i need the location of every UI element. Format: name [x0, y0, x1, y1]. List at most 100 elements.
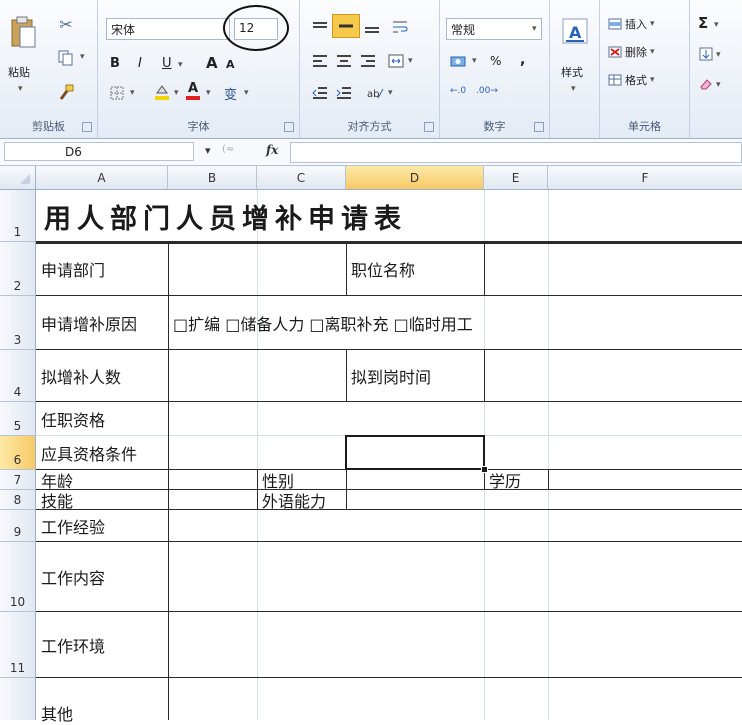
autosum-dropdown-icon[interactable]: ▾	[714, 20, 719, 30]
column-header-f[interactable]: F	[548, 166, 742, 190]
italic-button[interactable]: I	[138, 56, 142, 71]
paste-button-label[interactable]: 粘贴	[8, 64, 30, 80]
clipboard-launcher-icon[interactable]	[82, 122, 92, 132]
styles-button-label[interactable]: 样式	[561, 64, 583, 80]
currency-icon[interactable]	[448, 52, 470, 70]
align-left-icon[interactable]	[310, 52, 330, 70]
insert-button[interactable]: 插入 ▾	[608, 16, 655, 32]
delete-button[interactable]: 删除 ▾	[608, 44, 655, 60]
font-group: 宋体 12 B I U ▾ A A ▾ ▾ A ▾ 变 ▾ 字体	[98, 0, 300, 138]
font-name-combo[interactable]: 宋体	[106, 18, 230, 40]
styles-icon[interactable]: A	[560, 16, 590, 46]
grow-font-button[interactable]: A	[206, 54, 218, 72]
row-header-6[interactable]: 6	[0, 436, 36, 470]
ribbon: 粘贴 ▾ ✂ ▾ 剪贴板 宋体 12 B I U ▾ A A ▾ ▾ A ▾ 变…	[0, 0, 742, 139]
row-header-8[interactable]: 8	[0, 490, 36, 510]
styles-dropdown-icon[interactable]: ▾	[571, 84, 576, 94]
percent-button[interactable]: %	[490, 54, 501, 68]
column-header-b[interactable]: B	[168, 166, 257, 190]
insert-function-icon[interactable]: fx	[266, 143, 278, 157]
orientation-icon[interactable]: ab	[364, 84, 386, 102]
row-header-10[interactable]: 10	[0, 542, 36, 612]
active-cell-d6[interactable]	[345, 435, 485, 470]
increase-decimal-button[interactable]: ←.0	[450, 86, 466, 96]
decrease-decimal-button[interactable]: .00→	[476, 86, 498, 96]
number-format-dropdown-icon[interactable]: ▾	[532, 24, 537, 34]
number-launcher-icon[interactable]	[534, 122, 544, 132]
currency-dropdown-icon[interactable]: ▾	[472, 56, 477, 66]
cancel-entry-icon[interactable]: (≈	[222, 144, 234, 155]
clear-dropdown-icon[interactable]: ▾	[716, 80, 721, 90]
row-header-2[interactable]: 2	[0, 242, 36, 296]
row-header-4[interactable]: 4	[0, 350, 36, 402]
shrink-font-button[interactable]: A	[226, 58, 235, 71]
underline-button[interactable]: U	[162, 56, 172, 71]
increase-indent-icon[interactable]	[334, 84, 354, 102]
row-number: 1	[13, 225, 22, 239]
label-skills: 技能	[41, 491, 74, 511]
borders-icon[interactable]	[108, 84, 126, 102]
fill-color-icon[interactable]	[152, 82, 172, 102]
fill-handle[interactable]	[481, 466, 488, 473]
copy-icon[interactable]	[56, 48, 76, 68]
format-button[interactable]: 格式 ▾	[608, 72, 655, 88]
label-job-content: 工作内容	[41, 568, 106, 588]
name-box-dropdown-icon[interactable]: ▾	[205, 144, 211, 157]
alignment-launcher-icon[interactable]	[424, 122, 434, 132]
align-right-icon[interactable]	[358, 52, 378, 70]
merge-dropdown-icon[interactable]: ▾	[408, 56, 413, 66]
cut-icon[interactable]: ✂	[56, 14, 76, 34]
align-center-icon[interactable]	[334, 52, 354, 70]
underline-dropdown-icon[interactable]: ▾	[178, 60, 183, 70]
row-header-3[interactable]: 3	[0, 296, 36, 350]
column-header-d[interactable]: D	[346, 166, 484, 190]
font-launcher-icon[interactable]	[284, 122, 294, 132]
copy-dropdown-icon[interactable]: ▾	[80, 52, 85, 62]
comma-button[interactable]: ,	[520, 52, 525, 68]
align-top-icon[interactable]	[310, 18, 330, 36]
row-number: 11	[9, 661, 26, 675]
phonetic-dropdown-icon[interactable]: ▾	[244, 88, 249, 98]
fill-dropdown-icon[interactable]: ▾	[716, 50, 721, 60]
cells-group-label: 单元格	[628, 120, 661, 133]
format-painter-icon[interactable]	[56, 82, 76, 102]
orientation-dropdown-icon[interactable]: ▾	[388, 88, 393, 98]
paste-icon[interactable]	[8, 14, 38, 50]
alignment-group-label: 对齐方式	[347, 120, 392, 133]
worksheet-grid[interactable]: A B C D E F 1 2 3 4 5 6 7 8 9 10 11 用人部门…	[0, 166, 742, 724]
formula-input[interactable]	[290, 142, 742, 163]
column-header-a[interactable]: A	[36, 166, 168, 190]
decrease-indent-icon[interactable]	[310, 84, 330, 102]
label-department: 申请部门	[41, 261, 106, 280]
row-header-5[interactable]: 5	[0, 402, 36, 436]
row-header-12[interactable]	[0, 678, 36, 720]
fill-color-dropdown-icon[interactable]: ▾	[174, 88, 179, 98]
font-color-bar	[186, 96, 200, 100]
label-arrival-time: 拟到岗时间	[351, 367, 432, 387]
borders-dropdown-icon[interactable]: ▾	[130, 88, 135, 98]
row-header-9[interactable]: 9	[0, 510, 36, 542]
fill-icon[interactable]	[698, 46, 714, 62]
row-header-11[interactable]: 11	[0, 612, 36, 678]
align-middle-icon[interactable]	[332, 14, 360, 38]
table-border	[36, 611, 742, 612]
paste-dropdown-icon[interactable]: ▾	[18, 84, 23, 94]
number-format-combo[interactable]: 常规	[446, 18, 542, 40]
font-color-button[interactable]: A	[186, 82, 200, 100]
align-bottom-icon[interactable]	[362, 18, 382, 36]
select-all-corner[interactable]	[0, 166, 36, 190]
column-header-c[interactable]: C	[257, 166, 346, 190]
reason-options[interactable]: □扩编 □储备人力 □离职补充 □临时用工	[169, 296, 473, 349]
phonetic-button[interactable]: 变	[224, 84, 237, 103]
autosum-button[interactable]: Σ	[698, 14, 708, 32]
name-box[interactable]: D6	[4, 142, 194, 161]
column-header-e[interactable]: E	[484, 166, 548, 190]
row-header-1[interactable]: 1	[0, 190, 36, 242]
clear-icon[interactable]	[698, 76, 714, 92]
table-border	[36, 401, 742, 402]
font-color-dropdown-icon[interactable]: ▾	[206, 88, 211, 98]
wrap-text-icon[interactable]	[390, 18, 410, 36]
row-header-7[interactable]: 7	[0, 470, 36, 490]
merge-center-icon[interactable]	[386, 52, 406, 70]
bold-button[interactable]: B	[110, 56, 120, 71]
